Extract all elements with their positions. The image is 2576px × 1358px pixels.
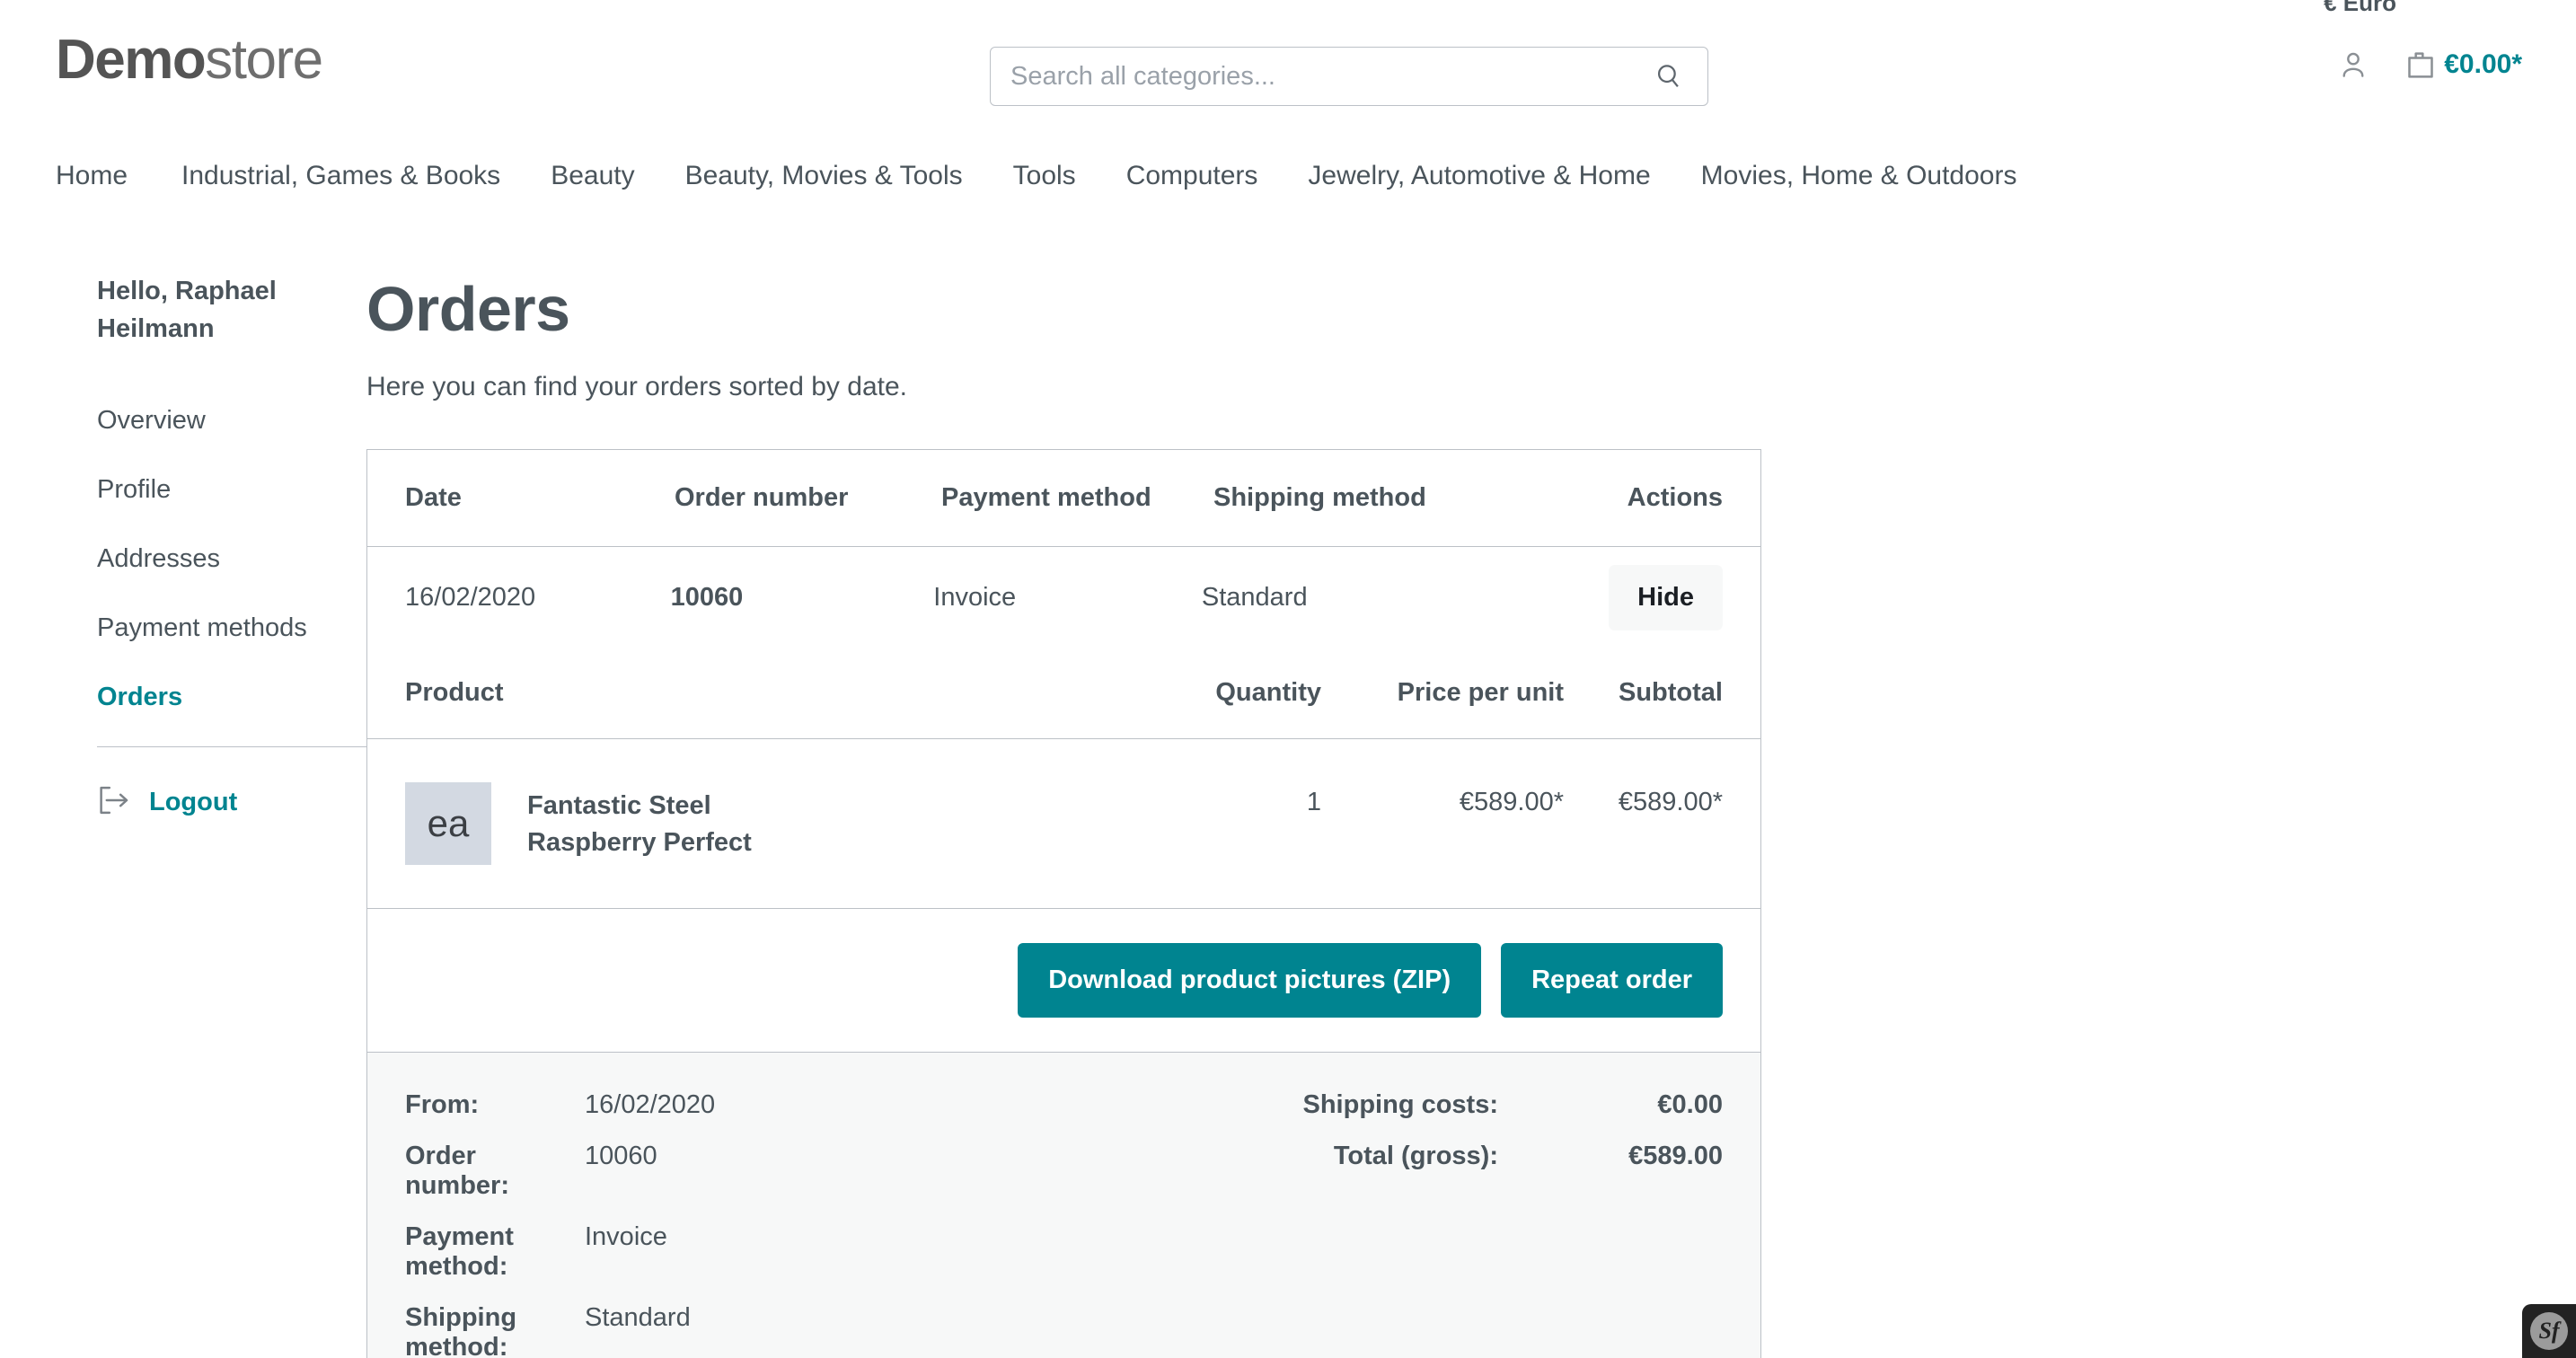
nav-item-beauty[interactable]: Beauty [525,161,659,191]
order-number: 10060 [670,582,744,612]
toggle-order-details-button[interactable]: Hide [1609,564,1723,630]
sidebar-item-orders[interactable]: Orders [97,668,332,727]
order-card: Date Order number Payment method Shippin… [366,449,1761,1358]
sidebar-item-overview[interactable]: Overview [97,392,332,450]
summary-value-shipping-costs: €0.00 [1657,1090,1723,1119]
col-header-price-per-unit: Price per unit [1397,678,1564,707]
summary-label-total-gross: Total (gross): [1333,1142,1498,1170]
col-header-payment-method: Payment method [941,483,1151,512]
col-header-date: Date [405,483,462,512]
summary-row-payment-method: Payment method: Invoice [405,1222,1187,1282]
product-info: ea Fantastic Steel Raspberry Perfect [405,782,1124,865]
order-summary-right: Shipping costs: €0.00 Total (gross): €58… [1187,1090,1724,1358]
product-subtotal: €589.00* [1618,788,1723,816]
header-actions: €0.00* [2336,47,2522,83]
logout-label: Logout [149,787,238,816]
page-title: Orders [366,274,570,344]
summary-value-shipping-method: Standard [585,1303,691,1332]
account-button[interactable] [2336,48,2370,82]
order-summary-left: From: 16/02/2020 Order number: 10060 Pay… [405,1090,1187,1358]
summary-row-shipping-costs: Shipping costs: €0.00 [1187,1090,1724,1120]
summary-value-order-number: 10060 [585,1142,657,1170]
summary-row-order-number: Order number: 10060 [405,1142,1187,1201]
summary-value-total-gross: €589.00 [1628,1142,1723,1170]
col-header-product: Product [405,678,504,707]
search-box[interactable] [990,47,1708,106]
main-navigation: Home Industrial, Games & Books Beauty Be… [0,142,2576,210]
site-logo[interactable]: Demostore [56,29,323,91]
col-header-actions: Actions [1627,483,1723,512]
summary-row-from: From: 16/02/2020 [405,1090,1187,1120]
summary-label-shipping-costs: Shipping costs: [1302,1090,1499,1119]
order-table-row: 16/02/2020 10060 Invoice Standard Hide [367,547,1760,648]
summary-label-shipping-method: Shipping method: [405,1303,517,1358]
summary-row-shipping-method: Shipping method: Standard [405,1303,1187,1358]
order-action-buttons: Download product pictures (ZIP) Repeat o… [367,909,1760,1053]
nav-item-home[interactable]: Home [56,161,156,191]
logo-light-part: store [205,29,323,91]
sidebar-item-payment-methods[interactable]: Payment methods [97,599,332,657]
repeat-order-button[interactable]: Repeat order [1501,943,1723,1018]
nav-item-industrial-games-books[interactable]: Industrial, Games & Books [156,161,525,191]
col-header-order-number: Order number [675,483,849,512]
search-icon[interactable] [1650,61,1688,92]
product-thumbnail: ea [405,782,491,865]
summary-label-from: From: [405,1090,480,1119]
summary-value-from: 16/02/2020 [585,1090,716,1119]
sidebar-item-profile[interactable]: Profile [97,461,332,519]
logout-icon [97,785,133,820]
page-body: Hello, Raphael Heilmann Overview Profile… [0,210,2576,1358]
sidebar-item-addresses[interactable]: Addresses [97,530,332,588]
order-shipping-method: Standard [1201,582,1308,612]
download-product-pictures-button[interactable]: Download product pictures (ZIP) [1018,943,1482,1018]
cart-button[interactable]: €0.00* [2403,47,2522,83]
product-name[interactable]: Fantastic Steel Raspberry Perfect [527,782,797,861]
main-content: Orders Here you can find your orders sor… [359,273,2576,1358]
logout-button[interactable]: Logout [97,747,332,820]
nav-item-movies-home-outdoors[interactable]: Movies, Home & Outdoors [1676,161,2042,191]
col-header-subtotal: Subtotal [1619,678,1723,707]
summary-row-total-gross: Total (gross): €589.00 [1187,1142,1723,1171]
order-actions-cell: Hide [1609,564,1723,630]
nav-item-computers[interactable]: Computers [1101,161,1284,191]
product-table-header: Product Quantity Price per unit Subtotal [367,648,1760,739]
cart-total: €0.00* [2444,49,2522,79]
symfony-logo-icon: Sf [2530,1312,2568,1350]
account-sidebar: Hello, Raphael Heilmann Overview Profile… [0,273,405,1358]
greeting-text: Hello, Raphael Heilmann [97,277,277,343]
logo-bold-part: Demo [56,29,207,91]
nav-item-beauty-movies-tools[interactable]: Beauty, Movies & Tools [660,161,988,191]
order-date: 16/02/2020 [405,582,536,612]
search-container [990,47,1708,106]
col-header-shipping-method: Shipping method [1213,483,1426,512]
order-payment-method: Invoice [933,582,1017,612]
search-input[interactable] [1010,61,1650,92]
product-row: ea Fantastic Steel Raspberry Perfect 1 €… [367,739,1760,909]
col-header-quantity: Quantity [1215,678,1321,707]
product-price-per-unit: €589.00* [1459,788,1564,816]
summary-label-order-number: Order number: [405,1142,509,1200]
order-table-header: Date Order number Payment method Shippin… [367,450,1760,547]
page-subtitle: Here you can find your orders sorted by … [366,372,907,401]
symfony-profiler-badge[interactable]: Sf [2522,1304,2576,1358]
nav-item-tools[interactable]: Tools [988,161,1101,191]
summary-label-payment-method: Payment method: [405,1222,514,1281]
product-quantity: 1 [1306,788,1321,816]
summary-value-payment-method: Invoice [585,1222,667,1251]
order-summary: From: 16/02/2020 Order number: 10060 Pay… [367,1053,1760,1358]
site-header: Demostore €0.00* [0,0,2576,142]
nav-item-jewelry-automotive-home[interactable]: Jewelry, Automotive & Home [1283,161,1675,191]
